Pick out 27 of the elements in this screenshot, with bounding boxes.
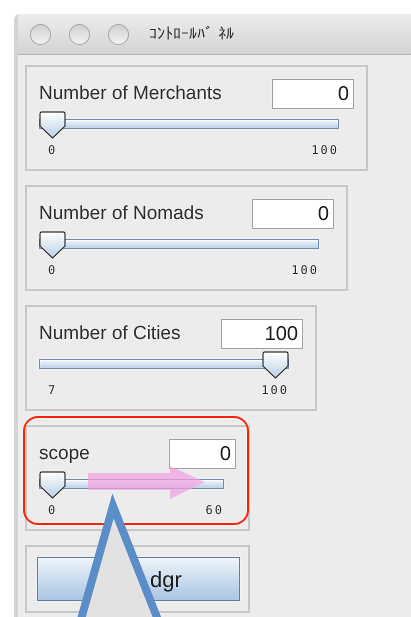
slider-thumb[interactable]	[39, 471, 66, 499]
slider-label: Number of Merchants	[39, 82, 222, 106]
value-field[interactable]: 0	[169, 439, 236, 469]
tick-label: 100	[291, 262, 319, 279]
slider-thumb[interactable]	[39, 111, 66, 139]
zoom-icon[interactable]	[108, 24, 129, 44]
minimize-icon[interactable]	[69, 24, 90, 44]
tick-label: 0	[48, 142, 58, 159]
value-field[interactable]: 100	[221, 319, 303, 349]
slider-thumb[interactable]	[39, 231, 66, 259]
slider-track[interactable]	[39, 231, 319, 259]
value-field[interactable]: 0	[252, 199, 334, 229]
tick-label: 60	[206, 502, 224, 519]
tick-label: 100	[311, 142, 339, 159]
slider-label: Number of Nomads	[39, 202, 204, 226]
window-title: ｺﾝﾄﾛｰﾙﾊﾞ ﾈﾙ	[149, 23, 234, 45]
tick-label: 0	[48, 262, 58, 279]
value-field[interactable]: 0	[272, 79, 354, 109]
tick-label: 100	[261, 382, 289, 399]
close-icon[interactable]	[30, 24, 51, 44]
slider-track[interactable]	[39, 111, 339, 139]
tick-label: 7	[48, 382, 58, 399]
slider-thumb[interactable]	[262, 351, 289, 379]
slider-label: scope	[39, 442, 90, 466]
slider-label: Number of Cities	[39, 322, 180, 346]
slider-track[interactable]	[39, 351, 289, 379]
tick-label: 0	[48, 502, 58, 519]
